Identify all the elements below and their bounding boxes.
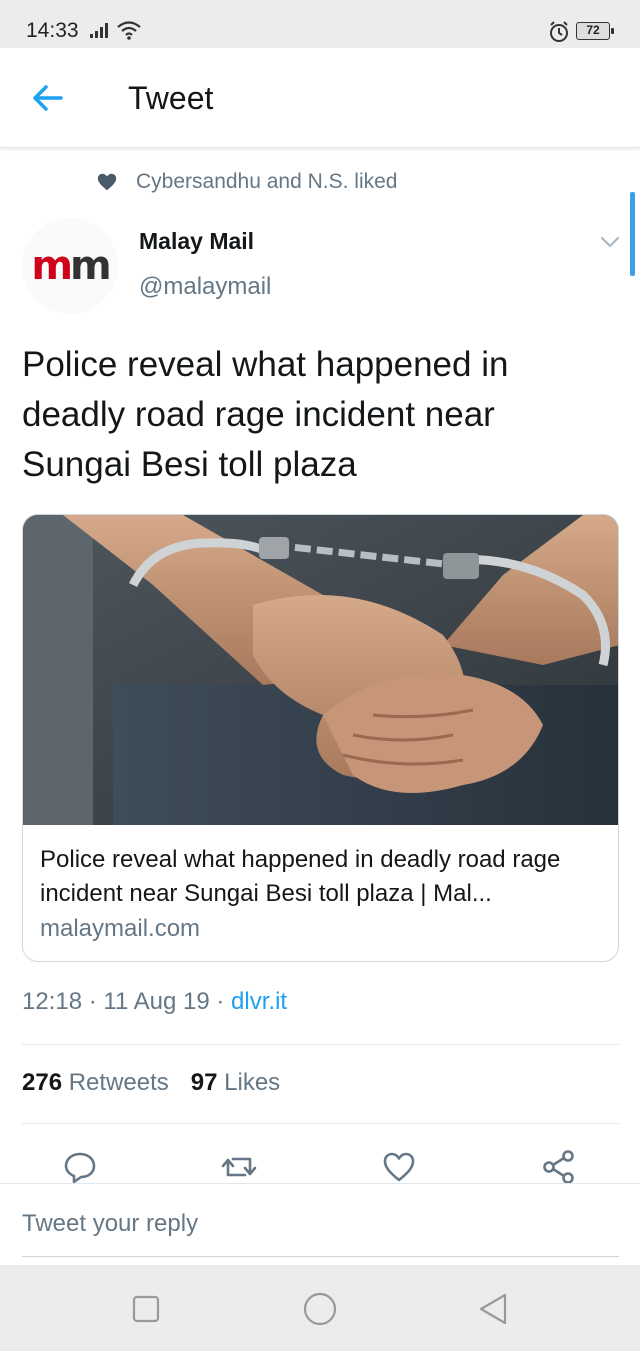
social-context[interactable]: Cybersandhu and N.S. liked bbox=[96, 168, 398, 196]
likes-count: 97 bbox=[190, 1069, 218, 1096]
page-title: Tweet bbox=[128, 80, 214, 116]
recent-apps-icon[interactable] bbox=[126, 1289, 166, 1329]
likes-stat[interactable]: 97 Likes bbox=[191, 1069, 280, 1096]
tweet-time: 12:18 bbox=[22, 988, 83, 1015]
tweet-stats: 276 Retweets 97 Likes bbox=[22, 1069, 280, 1097]
retweet-icon[interactable] bbox=[221, 1149, 257, 1185]
author-handle[interactable]: @malaymail bbox=[139, 273, 271, 301]
retweets-label: Retweets bbox=[62, 1069, 169, 1096]
reply-bar: Tweet your reply bbox=[0, 1183, 640, 1265]
retweets-count: 276 bbox=[22, 1069, 63, 1096]
link-card[interactable]: Police reveal what happened in deadly ro… bbox=[22, 514, 619, 962]
alarm-icon bbox=[550, 21, 568, 42]
tweet-source-link[interactable]: dlvr.it bbox=[231, 988, 287, 1015]
tweet-meta: 12:18 · 11 Aug 19 · dlvr.it bbox=[22, 988, 287, 1016]
chevron-down-icon[interactable] bbox=[596, 230, 624, 254]
app-header: Tweet bbox=[0, 48, 640, 148]
action-bar bbox=[0, 1145, 640, 1185]
malay-mail-logo: mm bbox=[31, 243, 111, 289]
wifi-icon bbox=[117, 21, 141, 40]
retweets-stat[interactable]: 276 Retweets bbox=[22, 1069, 169, 1096]
card-image bbox=[23, 515, 618, 825]
avatar[interactable]: mm bbox=[22, 218, 118, 314]
status-bar: 14:33 72 bbox=[0, 0, 640, 48]
reply-input[interactable]: Tweet your reply bbox=[22, 1210, 198, 1238]
divider bbox=[22, 1123, 619, 1124]
home-icon[interactable] bbox=[300, 1289, 340, 1329]
like-icon[interactable] bbox=[381, 1149, 417, 1185]
reply-underline bbox=[22, 1256, 619, 1257]
divider bbox=[22, 1044, 619, 1045]
back-nav-icon[interactable] bbox=[474, 1289, 514, 1329]
signal-icon bbox=[90, 23, 108, 38]
meta-separator: · bbox=[209, 988, 232, 1015]
card-title: Police reveal what happened in deadly ro… bbox=[40, 846, 561, 907]
battery-icon: 72 bbox=[576, 22, 614, 40]
status-time: 14:33 bbox=[26, 19, 79, 42]
tweet-text: Police reveal what happened in deadly ro… bbox=[22, 345, 509, 484]
meta-separator: · bbox=[82, 988, 104, 1015]
heart-icon bbox=[97, 173, 117, 191]
tweet-date: 11 Aug 19 bbox=[103, 988, 210, 1015]
author-name[interactable]: Malay Mail bbox=[139, 228, 254, 255]
social-context-text: Cybersandhu and N.S. liked bbox=[136, 170, 398, 193]
card-domain: malaymail.com bbox=[40, 915, 201, 942]
system-nav-bar bbox=[0, 1265, 640, 1351]
scrollbar[interactable] bbox=[630, 192, 635, 276]
likes-label: Likes bbox=[217, 1069, 281, 1096]
reply-icon[interactable] bbox=[62, 1149, 98, 1185]
share-icon[interactable] bbox=[541, 1149, 577, 1185]
arrow-left-icon[interactable] bbox=[28, 78, 68, 118]
